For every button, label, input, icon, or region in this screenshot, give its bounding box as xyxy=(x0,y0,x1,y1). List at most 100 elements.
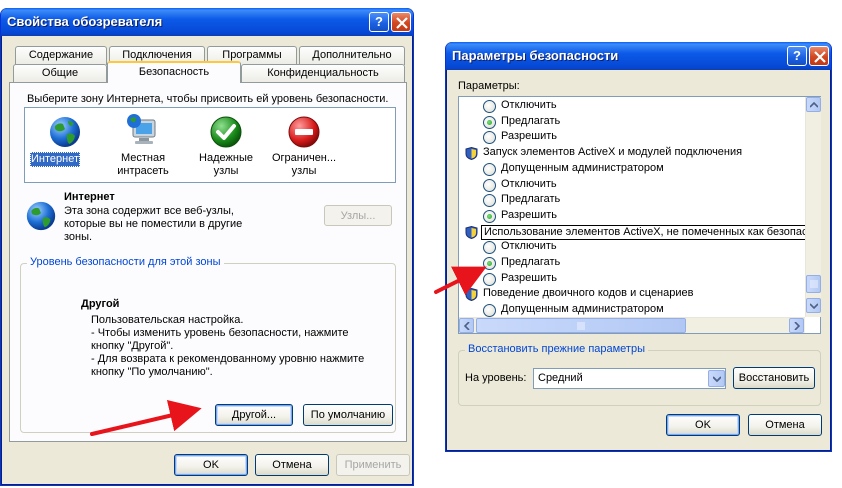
globe-icon xyxy=(50,117,80,147)
zone-trusted-label: Надежные узлы xyxy=(199,152,253,177)
level-label: На уровень: xyxy=(465,372,527,384)
setting-radio-label: Предлагать xyxy=(501,193,561,206)
scroll-left-button[interactable] xyxy=(459,318,474,333)
selected-zone-description: Эта зона содержит все веб-узлы, которые … xyxy=(64,205,243,243)
help-button[interactable]: ? xyxy=(369,12,389,32)
level-desc-line-3: - Для возврата к рекомендованному уровню… xyxy=(91,353,365,378)
default-level-button[interactable]: По умолчанию xyxy=(303,404,393,426)
ok-button[interactable]: OK xyxy=(174,454,248,476)
internet-options-window: Свойства обозревателя ? Содержание Подкл… xyxy=(0,8,414,486)
close-button[interactable] xyxy=(391,12,411,32)
scroll-right-button[interactable] xyxy=(789,318,804,333)
setting-radio-label: Отключить xyxy=(501,240,557,253)
setting-radio-label: Допущенным администратором xyxy=(501,161,664,174)
close-icon xyxy=(396,17,408,29)
setting-radio[interactable] xyxy=(483,257,496,270)
scroll-up-button[interactable] xyxy=(806,97,821,112)
monitor-globe-icon xyxy=(127,114,156,144)
settings-category-label: Запуск элементов ActiveX и модулей подкл… xyxy=(483,146,743,159)
security-shield-icon xyxy=(465,225,478,239)
level-desc-line-2: - Чтобы изменить уровень безопасности, н… xyxy=(91,327,349,352)
scroll-thumb[interactable] xyxy=(806,275,821,293)
custom-level-button[interactable]: Другой... xyxy=(215,404,293,426)
settings-tree[interactable]: Отключить Предлагать Разрешить Запуск элеме… xyxy=(458,96,821,334)
arrow-left-icon xyxy=(463,321,470,330)
window-title-2: Параметры безопасности xyxy=(452,48,619,63)
setting-radio[interactable] xyxy=(483,162,496,176)
vertical-scrollbar[interactable] xyxy=(805,97,821,317)
zone-restricted-sites[interactable]: Ограничен... узлы xyxy=(269,112,339,180)
grip-icon xyxy=(577,321,585,330)
selected-zone-globe-icon xyxy=(26,201,56,231)
selected-zone-title: Интернет xyxy=(64,191,115,203)
setting-radio-label: Отключить xyxy=(501,99,557,111)
setting-radio[interactable] xyxy=(483,272,496,286)
horizontal-scrollbar[interactable] xyxy=(459,317,805,333)
tab-content[interactable]: Содержание xyxy=(15,46,107,65)
zone-prompt: Выберите зону Интернета, чтобы присвоить… xyxy=(27,93,389,105)
zone-restricted-label: Ограничен... узлы xyxy=(271,152,337,177)
setting-radio-label: Предлагать xyxy=(501,114,561,127)
tab-advanced[interactable]: Дополнительно xyxy=(299,46,405,65)
window-title-bar[interactable]: Свойства обозревателя ? xyxy=(1,8,413,36)
ok-button-2[interactable]: OK xyxy=(666,414,740,436)
tab-privacy[interactable]: Конфиденциальность xyxy=(241,64,405,83)
help-button-2[interactable]: ? xyxy=(787,46,807,66)
setting-radio-label: Разрешить xyxy=(501,208,557,221)
restore-button[interactable]: Восстановить xyxy=(733,367,815,389)
zone-internet-label: Интернет xyxy=(30,152,80,167)
setting-radio[interactable] xyxy=(483,304,496,317)
setting-radio-label: Разрешить xyxy=(501,271,557,284)
zone-list[interactable]: Интернет Местная интрасеть Надежные узлы… xyxy=(24,107,396,183)
level-select[interactable]: Средний xyxy=(533,368,726,389)
tab-security[interactable]: Безопасность xyxy=(107,61,241,83)
setting-radio[interactable] xyxy=(483,115,496,129)
close-button-2[interactable] xyxy=(809,46,829,66)
scroll-down-button[interactable] xyxy=(806,298,821,313)
setting-radio[interactable] xyxy=(483,131,496,145)
close-icon xyxy=(814,51,826,63)
zone-trusted-sites[interactable]: Надежные узлы xyxy=(191,112,261,180)
dropdown-button[interactable] xyxy=(708,370,725,387)
security-tab-panel: Выберите зону Интернета, чтобы присвоить… xyxy=(9,82,407,442)
settings-category-label: Использование элементов ActiveX, не поме… xyxy=(481,224,805,240)
cancel-button[interactable]: Отмена xyxy=(255,454,329,476)
setting-radio-label: Предлагать xyxy=(501,256,561,268)
grip-icon xyxy=(809,280,818,288)
setting-radio-label: Отключить xyxy=(501,177,557,190)
setting-radio[interactable] xyxy=(483,194,496,208)
window-title: Свойства обозревателя xyxy=(7,14,163,29)
zone-internet[interactable]: Интернет xyxy=(30,112,95,176)
level-select-value: Средний xyxy=(538,372,583,384)
settings-category-label: Поведение двоичного кодов и сценариев xyxy=(483,287,694,300)
security-settings-window: Параметры безопасности ? Параметры: Откл… xyxy=(445,42,832,452)
cancel-button-2[interactable]: Отмена xyxy=(748,414,822,436)
red-stop-icon xyxy=(288,116,320,148)
green-check-icon xyxy=(210,116,242,148)
window-title-bar-2[interactable]: Параметры безопасности ? xyxy=(446,42,831,70)
reset-group-title: Восстановить прежние параметры xyxy=(465,343,648,355)
zone-intranet-label: Местная интрасеть xyxy=(117,152,169,177)
reset-settings-group: Восстановить прежние параметры На уровен… xyxy=(458,343,821,406)
setting-radio[interactable] xyxy=(483,209,496,223)
setting-radio[interactable] xyxy=(483,241,496,255)
arrow-right-icon xyxy=(793,321,800,330)
setting-radio-label: Разрешить xyxy=(501,130,557,143)
sites-button[interactable]: Узлы... xyxy=(324,205,392,226)
setting-radio[interactable] xyxy=(483,178,496,192)
arrow-down-icon xyxy=(809,302,818,309)
security-shield-icon xyxy=(465,288,478,302)
setting-radio[interactable] xyxy=(483,100,496,113)
settings-tree-items: Отключить Предлагать Разрешить Запуск элеме… xyxy=(459,97,805,317)
security-shield-icon xyxy=(465,147,478,161)
arrow-up-icon xyxy=(809,101,818,108)
apply-button[interactable]: Применить xyxy=(336,454,410,476)
level-desc-line-1: Пользовательская настройка. xyxy=(91,314,244,326)
zone-local-intranet[interactable]: Местная интрасеть xyxy=(105,112,181,180)
security-level-group: Уровень безопасности для этой зоны Друго… xyxy=(20,256,396,433)
setting-radio-label: Допущенным администратором xyxy=(501,303,664,316)
tab-general[interactable]: Общие xyxy=(13,64,107,83)
security-level-description: Пользовательская настройка. - Чтобы изме… xyxy=(91,314,381,379)
h-scroll-thumb[interactable] xyxy=(476,318,686,333)
chevron-down-icon xyxy=(712,375,721,382)
